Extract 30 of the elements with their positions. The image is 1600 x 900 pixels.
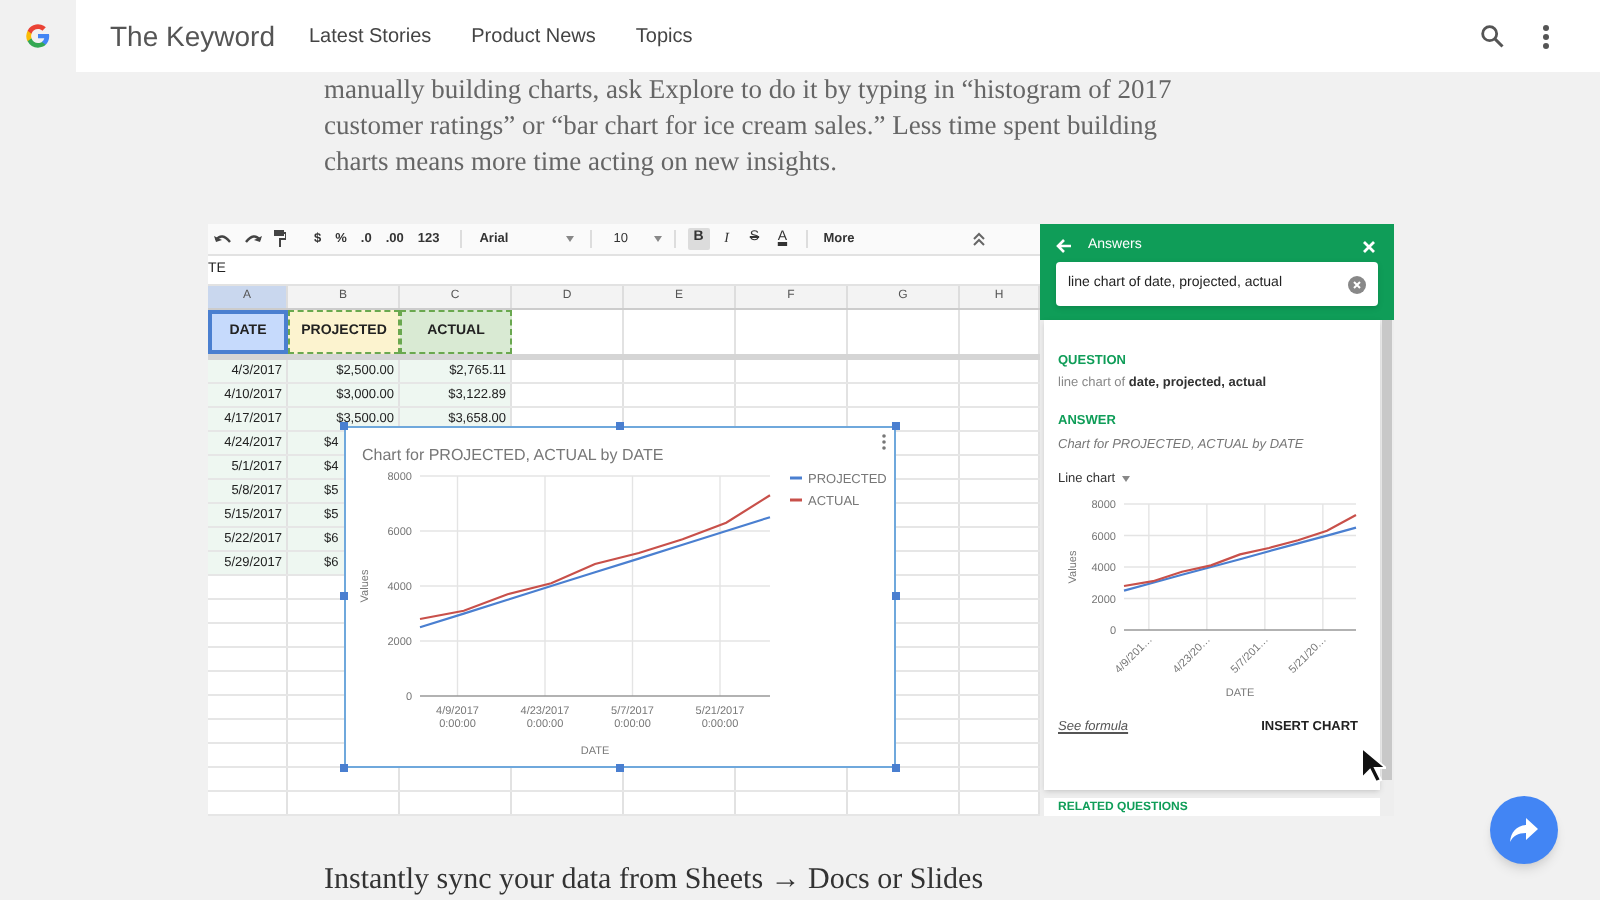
g-logo-icon[interactable] xyxy=(24,22,52,50)
scrollbar[interactable] xyxy=(1382,320,1392,780)
nav-link[interactable]: Product News xyxy=(471,21,596,51)
resize-handle[interactable] xyxy=(892,422,900,430)
resize-handle[interactable] xyxy=(616,422,624,430)
undo-icon[interactable] xyxy=(214,232,232,246)
site-title[interactable]: The Keyword xyxy=(110,15,275,57)
redo-icon[interactable] xyxy=(244,232,262,246)
search-icon[interactable] xyxy=(1478,22,1506,50)
resize-handle[interactable] xyxy=(340,592,348,600)
caption-text: Instantly sync your data from Sheets → Docs or Slides xyxy=(324,862,986,900)
caret-icon xyxy=(565,236,574,242)
caret-icon xyxy=(1122,475,1131,482)
nav-link[interactable]: Latest Stories xyxy=(308,21,432,51)
nav-link[interactable]: Topics xyxy=(635,21,693,51)
resize-handle[interactable] xyxy=(340,422,348,430)
clear-icon[interactable] xyxy=(1348,275,1366,293)
more-options-icon[interactable] xyxy=(1542,23,1550,49)
close-icon[interactable] xyxy=(1362,239,1376,253)
paint-format-icon[interactable] xyxy=(274,230,286,248)
resize-handle[interactable] xyxy=(892,764,900,772)
share-arrow-icon xyxy=(1510,818,1538,842)
resize-handle[interactable] xyxy=(340,764,348,772)
collapse-icon[interactable] xyxy=(972,232,986,246)
resize-handle[interactable] xyxy=(616,764,624,772)
caret-icon xyxy=(653,236,662,242)
share-button[interactable] xyxy=(1490,796,1558,864)
back-arrow-icon[interactable] xyxy=(1056,238,1072,254)
resize-handle[interactable] xyxy=(892,592,900,600)
intro-paragraph: manually building charts, ask Explore to do it by typing in “histogram of 2017 customer ratings” or “bar chart for ice cream sales.” Less time spent building charts means more time acting on new insights. xyxy=(324,72,1174,180)
